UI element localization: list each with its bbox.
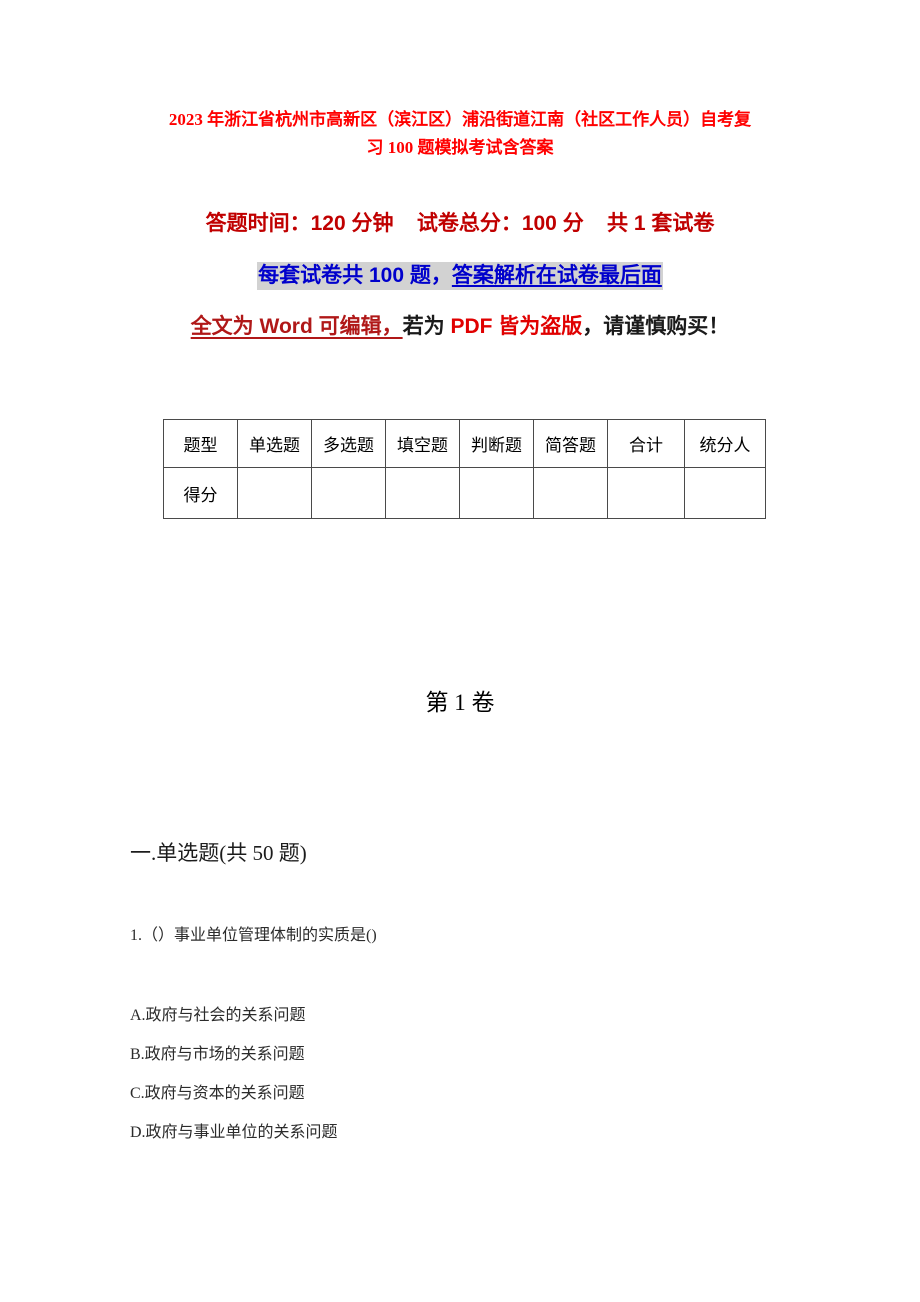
document-title-line-2: 习 100 题模拟考试含答案	[366, 138, 554, 157]
option-a[interactable]: A.政府与社会的关系问题	[130, 1006, 770, 1026]
exam-info-line-2-plain: 每套试卷共 100 题，	[258, 264, 452, 287]
table-cell-score[interactable]	[459, 467, 534, 519]
exam-info-buy-caution: ，请谨慎购买！	[582, 315, 730, 338]
score-table-container: 题型 单选题 多选题 填空题 判断题 简答题 合计 统分人 得分	[163, 419, 766, 519]
table-header-cell: 单选题	[237, 419, 312, 468]
exam-info-line-3: 全文为 Word 可编辑，若为 PDF 皆为盗版，请谨慎购买！	[140, 308, 780, 346]
table-header-row: 题型 单选题 多选题 填空题 判断题 简答题 合计 统分人	[163, 419, 766, 468]
table-header-cell: 统分人	[684, 419, 766, 468]
exam-info-line-1: 答题时间：120 分钟 试卷总分：100 分 共 1 套试卷	[205, 212, 715, 235]
document-page: 2023 年浙江省杭州市高新区（滨江区）浦沿街道江南（社区工作人员）自考复 习 …	[0, 0, 920, 1302]
table-header-cell: 判断题	[459, 419, 534, 468]
table-header-cell: 填空题	[385, 419, 460, 468]
table-cell-score[interactable]	[385, 467, 460, 519]
table-cell-score[interactable]	[607, 467, 685, 519]
question-options: A.政府与社会的关系问题 B.政府与市场的关系问题 C.政府与资本的关系问题 D…	[130, 1006, 770, 1162]
exam-info-word-editable: 全文为 Word 可编辑，	[190, 315, 403, 338]
question-text: 1.（）事业单位管理体制的实质是()	[130, 927, 377, 944]
table-header-cell: 合计	[607, 419, 685, 468]
table-cell-score[interactable]	[684, 467, 766, 519]
score-table: 题型 单选题 多选题 填空题 判断题 简答题 合计 统分人 得分	[163, 419, 766, 519]
table-header-cell: 多选题	[311, 419, 386, 468]
exam-info-pdf-pirated: PDF 皆为盗版	[450, 315, 583, 338]
exam-info-line-2-underlined: 答案解析在试卷最后面	[451, 264, 662, 287]
document-title-line-1: 2023 年浙江省杭州市高新区（滨江区）浦沿街道江南（社区工作人员）自考复	[168, 110, 752, 129]
table-header-cell: 简答题	[533, 419, 608, 468]
option-b[interactable]: B.政府与市场的关系问题	[130, 1045, 770, 1065]
volume-heading: 第 1 卷	[425, 690, 495, 715]
exam-info-line-2-highlight: 每套试卷共 100 题，答案解析在试卷最后面	[257, 262, 663, 290]
document-title: 2023 年浙江省杭州市高新区（滨江区）浦沿街道江南（社区工作人员）自考复 习 …	[132, 106, 788, 162]
option-c[interactable]: C.政府与资本的关系问题	[130, 1084, 770, 1104]
table-cell-score[interactable]	[311, 467, 386, 519]
section-heading: 一.单选题(共 50 题)	[130, 841, 307, 865]
table-header-cell: 题型	[163, 419, 238, 468]
table-cell-score[interactable]	[237, 467, 312, 519]
exam-info-if-pdf: 若为	[402, 315, 451, 338]
option-d[interactable]: D.政府与事业单位的关系问题	[130, 1123, 770, 1143]
table-cell-score[interactable]	[533, 467, 608, 519]
table-cell-label: 得分	[163, 467, 238, 519]
table-row: 得分	[163, 467, 766, 519]
exam-info-line-2: 每套试卷共 100 题，答案解析在试卷最后面	[60, 260, 860, 292]
